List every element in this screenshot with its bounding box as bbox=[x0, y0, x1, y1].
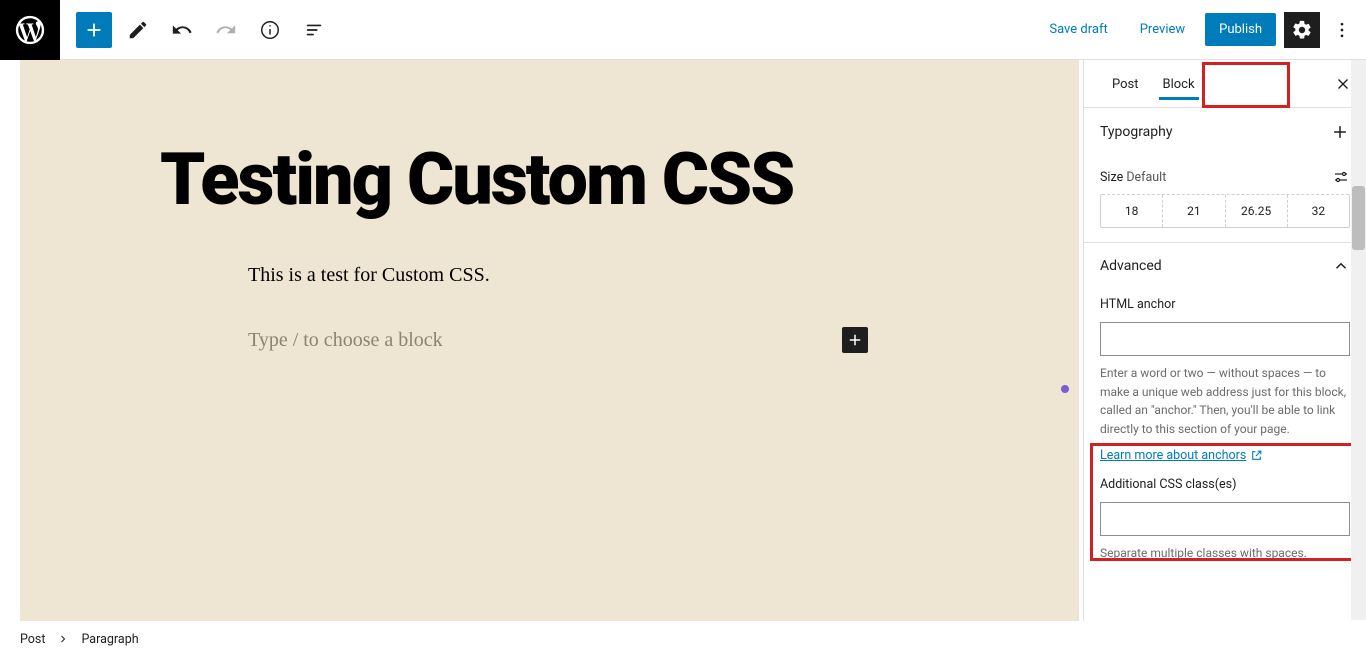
tab-post[interactable]: Post bbox=[1100, 63, 1151, 104]
inline-add-block-button[interactable] bbox=[842, 327, 868, 353]
toolbar-right: Save draft Preview Publish bbox=[1037, 12, 1366, 48]
size-value: Default bbox=[1126, 170, 1166, 185]
anchor-help-text: Enter a word or two — without spaces — t… bbox=[1100, 364, 1350, 438]
chevron-right-icon bbox=[57, 633, 69, 645]
publish-button[interactable]: Publish bbox=[1205, 13, 1276, 46]
edit-icon[interactable] bbox=[120, 12, 156, 48]
settings-sidebar: Post Block Typography Size Default 18 bbox=[1083, 60, 1366, 621]
breadcrumb-root[interactable]: Post bbox=[20, 632, 45, 647]
font-size-options[interactable]: 18 21 26.25 32 bbox=[1100, 194, 1350, 228]
toolbar-left bbox=[60, 12, 332, 48]
size-label: Size bbox=[1100, 170, 1123, 185]
undo-icon[interactable] bbox=[164, 12, 200, 48]
info-icon[interactable] bbox=[252, 12, 288, 48]
typography-heading: Typography bbox=[1100, 124, 1172, 140]
advanced-heading[interactable]: Advanced bbox=[1100, 258, 1162, 274]
redo-icon[interactable] bbox=[208, 12, 244, 48]
workspace: Testing Custom CSS This is a test for Cu… bbox=[0, 60, 1366, 621]
add-block-button[interactable] bbox=[76, 12, 112, 48]
wordpress-logo[interactable] bbox=[0, 0, 60, 60]
sliders-icon[interactable] bbox=[1332, 168, 1350, 186]
settings-button[interactable] bbox=[1284, 12, 1320, 48]
editor-topbar: Save draft Preview Publish bbox=[0, 0, 1366, 60]
scrollbar-track[interactable] bbox=[1351, 60, 1366, 620]
empty-block-row[interactable]: Type / to choose a block bbox=[248, 327, 868, 353]
annotation-highlight bbox=[1090, 443, 1362, 561]
more-options-icon[interactable] bbox=[1328, 20, 1356, 40]
typography-panel: Typography Size Default 18 21 26.25 32 bbox=[1084, 108, 1366, 243]
advanced-panel: Advanced HTML anchor Enter a word or two… bbox=[1084, 243, 1366, 581]
paragraph-block[interactable]: This is a test for Custom CSS. bbox=[248, 264, 868, 287]
overflow-indicator-icon bbox=[1061, 385, 1069, 393]
list-view-icon[interactable] bbox=[296, 12, 332, 48]
size-option[interactable]: 18 bbox=[1101, 195, 1163, 227]
size-option[interactable]: 32 bbox=[1288, 195, 1349, 227]
post-title[interactable]: Testing Custom CSS bbox=[160, 144, 1039, 216]
breadcrumb-current[interactable]: Paragraph bbox=[81, 632, 138, 647]
preview-link[interactable]: Preview bbox=[1128, 14, 1197, 45]
tab-block[interactable]: Block bbox=[1151, 63, 1207, 104]
editor-canvas[interactable]: Testing Custom CSS This is a test for Cu… bbox=[20, 60, 1079, 621]
annotation-highlight bbox=[1202, 62, 1290, 108]
size-option[interactable]: 26.25 bbox=[1226, 195, 1288, 227]
save-draft-link[interactable]: Save draft bbox=[1037, 14, 1119, 45]
html-anchor-label: HTML anchor bbox=[1100, 297, 1350, 312]
plus-icon[interactable] bbox=[1330, 122, 1350, 142]
scrollbar-thumb[interactable] bbox=[1352, 186, 1365, 250]
size-option[interactable]: 21 bbox=[1163, 195, 1225, 227]
breadcrumb: Post Paragraph bbox=[0, 621, 1366, 657]
chevron-up-icon[interactable] bbox=[1332, 257, 1350, 275]
post-body: This is a test for Custom CSS. Type / to… bbox=[248, 264, 868, 353]
html-anchor-input[interactable] bbox=[1100, 322, 1350, 356]
block-placeholder: Type / to choose a block bbox=[248, 329, 443, 352]
